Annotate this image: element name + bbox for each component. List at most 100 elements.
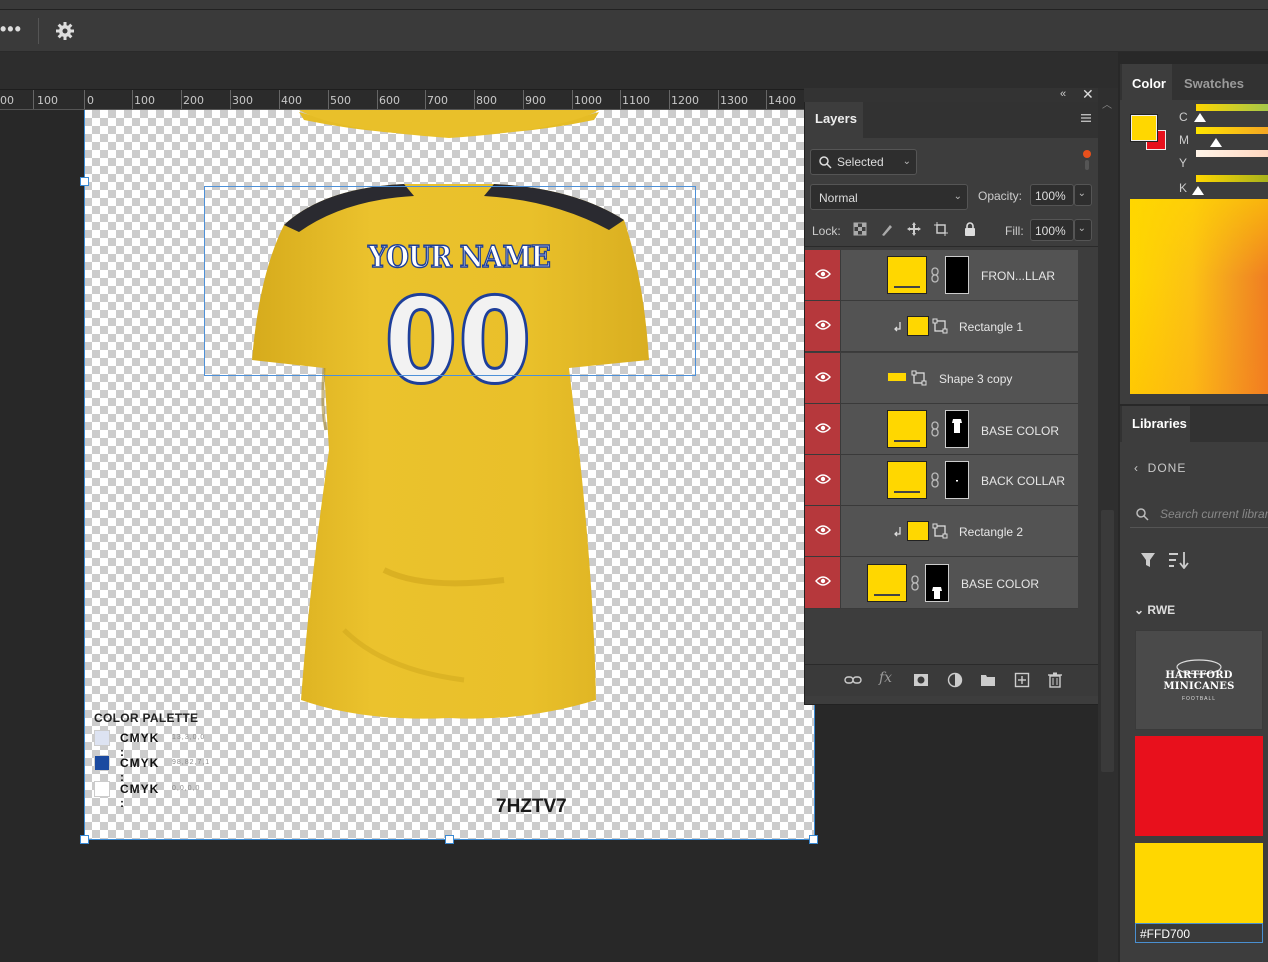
- layer-name: BACK COLLAR: [981, 474, 1066, 488]
- layer-filter-dropdown[interactable]: Selected ⌄: [810, 149, 917, 175]
- opacity-slider-toggle[interactable]: ⌄: [1074, 184, 1092, 206]
- layer-mask-thumbnail: [945, 461, 969, 499]
- close-icon[interactable]: ✕: [1082, 87, 1094, 101]
- cmyk-value: 98,82,7,1: [172, 759, 211, 766]
- color-hex-label[interactable]: #FFD700: [1135, 923, 1263, 943]
- library-search-input[interactable]: Search current library: [1160, 507, 1268, 521]
- lock-all-icon[interactable]: [962, 221, 978, 237]
- search-icon: [1136, 508, 1149, 521]
- visibility-toggle[interactable]: [805, 301, 841, 351]
- tab-libraries[interactable]: Libraries: [1122, 406, 1190, 442]
- visibility-toggle[interactable]: [805, 557, 841, 608]
- cyan-slider[interactable]: [1196, 104, 1268, 111]
- ruler-label: 1400: [768, 94, 796, 107]
- layer-row[interactable]: Rectangle 1: [805, 301, 1078, 352]
- ruler-label: 600: [379, 94, 400, 107]
- fill-field[interactable]: 100%: [1030, 219, 1074, 241]
- delete-layer-icon[interactable]: [1046, 671, 1064, 689]
- black-slider-thumb[interactable]: [1192, 186, 1204, 195]
- layer-row[interactable]: BACK COLLAR: [805, 455, 1078, 506]
- lock-label: Lock:: [812, 224, 841, 238]
- panel-menu-icon[interactable]: [1080, 112, 1092, 124]
- lock-artboard-icon[interactable]: [933, 221, 949, 237]
- chain-link-icon[interactable]: [930, 267, 940, 283]
- color-spectrum[interactable]: [1130, 199, 1268, 394]
- visibility-toggle[interactable]: [805, 455, 841, 505]
- chevron-down-icon: ⌄: [902, 156, 911, 167]
- ruler-label: 200: [183, 94, 204, 107]
- chain-link-icon[interactable]: [930, 472, 940, 488]
- transform-handle[interactable]: [80, 835, 89, 844]
- layer-row[interactable]: Shape 3 copy: [805, 353, 1078, 404]
- lock-position-icon[interactable]: [906, 221, 922, 237]
- magenta-slider-thumb[interactable]: [1210, 138, 1222, 147]
- layer-row[interactable]: BASE COLOR: [805, 404, 1078, 455]
- layers-divider: [805, 246, 1098, 247]
- ruler-label: 1300: [720, 94, 748, 107]
- eye-icon: [815, 372, 831, 382]
- search-icon: [819, 156, 832, 169]
- layer-thumbnail: [887, 461, 927, 499]
- tab-color[interactable]: Color: [1122, 64, 1172, 100]
- library-group[interactable]: ⌄ RWE: [1134, 603, 1175, 617]
- eye-icon: [815, 423, 831, 433]
- library-asset-yellow-color[interactable]: [1135, 843, 1263, 923]
- layers-panel-header: [804, 88, 1099, 102]
- cyan-slider-thumb[interactable]: [1194, 113, 1206, 122]
- eye-icon: [815, 474, 831, 484]
- add-mask-icon[interactable]: [912, 671, 930, 689]
- ruler-label: 400: [281, 94, 302, 107]
- done-button[interactable]: ‹ DONE: [1134, 461, 1186, 475]
- filter-toggle[interactable]: [1082, 148, 1092, 172]
- layer-thumbnail: [867, 564, 907, 602]
- visibility-toggle[interactable]: [805, 353, 841, 403]
- gear-icon[interactable]: [54, 20, 76, 42]
- filter-icon[interactable]: [1140, 551, 1156, 569]
- visibility-toggle[interactable]: [805, 506, 841, 556]
- fx-icon[interactable]: fx: [879, 670, 892, 686]
- more-dots-icon[interactable]: •••: [0, 18, 28, 42]
- scrollbar-thumb[interactable]: [1101, 510, 1114, 772]
- tab-layers[interactable]: Layers: [805, 102, 863, 138]
- layer-thumbnail: [887, 256, 927, 294]
- visibility-toggle[interactable]: [805, 404, 841, 454]
- library-asset-red-color[interactable]: [1135, 736, 1263, 836]
- layer-row[interactable]: FRON...LLAR: [805, 250, 1078, 301]
- collapse-icon[interactable]: «: [1060, 88, 1072, 100]
- layer-row[interactable]: Rectangle 2: [805, 506, 1078, 557]
- ruler-label: 1100: [622, 94, 650, 107]
- yellow-slider[interactable]: [1196, 150, 1268, 157]
- black-slider[interactable]: [1196, 175, 1268, 182]
- transform-handle[interactable]: [809, 835, 818, 844]
- link-layers-icon[interactable]: [844, 671, 862, 689]
- slider-label-c: C: [1179, 110, 1188, 124]
- new-group-icon[interactable]: [979, 671, 997, 689]
- foreground-color-swatch[interactable]: [1131, 115, 1157, 141]
- transform-handle[interactable]: [80, 177, 89, 186]
- fill-label: Fill:: [1005, 224, 1024, 238]
- chain-link-icon[interactable]: [930, 421, 940, 437]
- magenta-slider[interactable]: [1196, 127, 1268, 134]
- sort-icon[interactable]: [1168, 551, 1190, 569]
- visibility-toggle[interactable]: [805, 250, 841, 300]
- chevron-down-icon: ⌄: [1134, 603, 1148, 617]
- cmyk-label: CMYK :: [120, 731, 160, 759]
- ruler-label: 300: [232, 94, 253, 107]
- transform-handle[interactable]: [445, 835, 454, 844]
- chevron-down-icon: ⌄: [953, 191, 962, 202]
- opacity-field[interactable]: 100%: [1030, 184, 1074, 206]
- layer-row[interactable]: BASE COLOR: [805, 557, 1078, 609]
- lock-transparent-pixels-icon[interactable]: [852, 221, 868, 237]
- selection-bounding-box[interactable]: [204, 186, 696, 376]
- chain-link-icon[interactable]: [910, 575, 920, 591]
- adjustment-layer-icon[interactable]: [946, 671, 964, 689]
- fill-slider-toggle[interactable]: ⌄: [1074, 219, 1092, 241]
- tab-swatches[interactable]: Swatches: [1176, 64, 1246, 100]
- ruler-label: 900: [525, 94, 546, 107]
- blend-mode-dropdown[interactable]: Normal ⌄: [810, 184, 968, 210]
- scroll-up-icon[interactable]: ︿: [1102, 96, 1114, 111]
- eye-icon: [815, 320, 831, 330]
- new-layer-icon[interactable]: [1013, 671, 1031, 689]
- layer-mask-thumbnail: [945, 256, 969, 294]
- lock-image-pixels-icon[interactable]: [879, 221, 895, 237]
